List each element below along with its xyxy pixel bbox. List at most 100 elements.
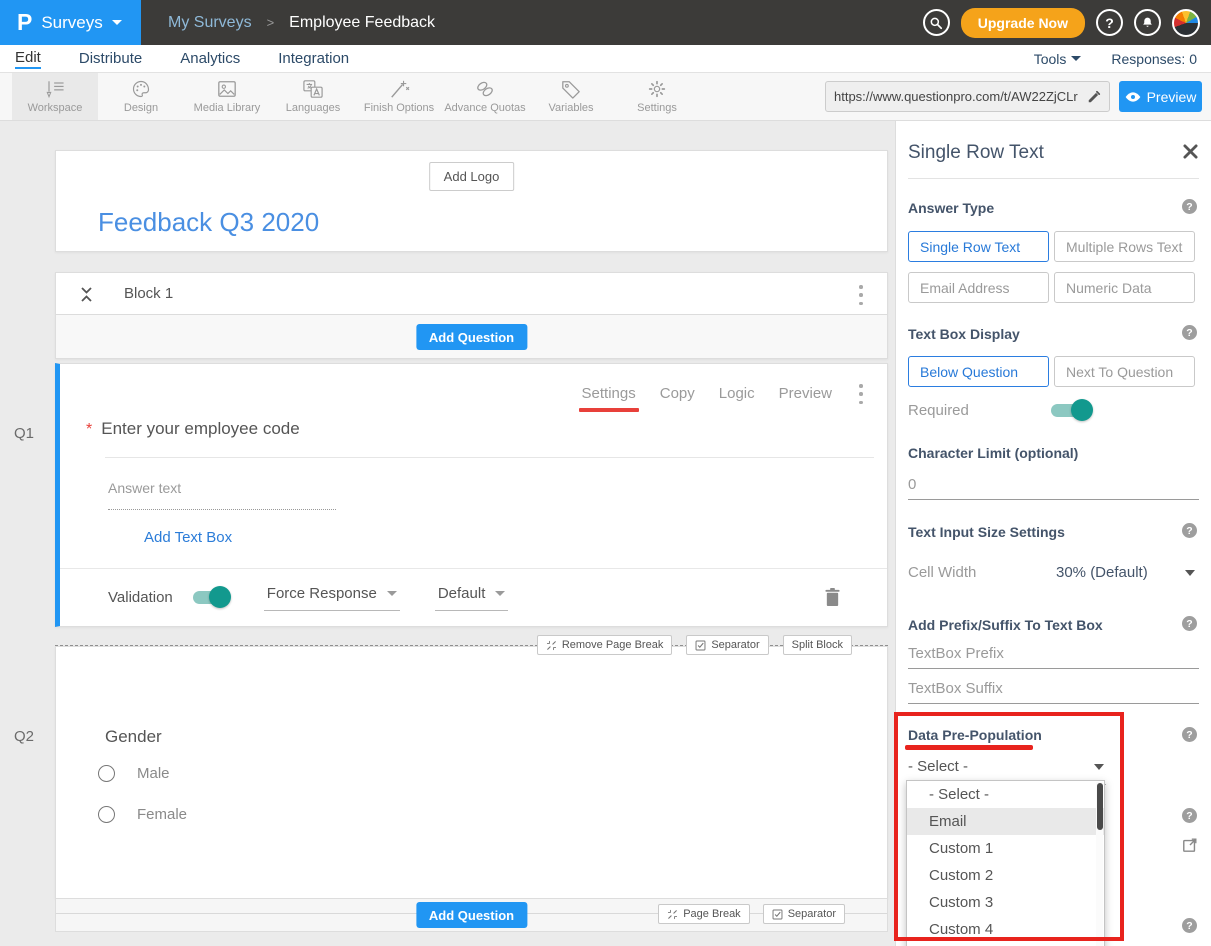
hidden-section-help-icon[interactable]: [1182, 808, 1197, 823]
upgrade-now-button[interactable]: Upgrade Now: [961, 8, 1085, 38]
question-tab-preview[interactable]: Preview: [779, 385, 832, 402]
search-button[interactable]: [923, 9, 950, 36]
collapse-block-button[interactable]: [79, 285, 94, 309]
dropdown-option-custom4[interactable]: Custom 4: [907, 916, 1104, 943]
dropdown-option-select[interactable]: - Select -: [907, 781, 1104, 808]
dropdown-option-email[interactable]: Email: [907, 808, 1104, 835]
preview-button[interactable]: Preview: [1119, 81, 1202, 112]
add-question-button[interactable]: Add Question: [416, 324, 527, 350]
dropdown-scrollbar[interactable]: [1096, 782, 1103, 946]
page-break-icon: [667, 909, 678, 920]
question-tab-logic[interactable]: Logic: [719, 385, 755, 402]
scrollbar-thumb[interactable]: [1097, 783, 1103, 830]
validation-default-select[interactable]: Default: [435, 585, 509, 611]
close-panel-button[interactable]: [1183, 144, 1198, 164]
radio-icon[interactable]: [98, 806, 115, 823]
answer-type-email[interactable]: Email Address: [908, 272, 1049, 303]
tab-analytics[interactable]: Analytics: [180, 50, 240, 67]
answer-type-multiple-rows[interactable]: Multiple Rows Text: [1054, 231, 1195, 262]
toolbar-item-languages[interactable]: Languages: [270, 73, 356, 120]
display-next-to-question[interactable]: Next To Question: [1054, 356, 1195, 387]
survey-url-input[interactable]: [834, 89, 1081, 104]
add-logo-button[interactable]: Add Logo: [429, 162, 515, 191]
character-limit-input[interactable]: [908, 476, 1199, 500]
toolbar-item-workspace[interactable]: Workspace: [12, 73, 98, 120]
toolbar-item-media-library[interactable]: Media Library: [184, 73, 270, 120]
hidden-section-help-icon-2[interactable]: [1182, 918, 1197, 933]
toolbar-item-design[interactable]: Design: [98, 73, 184, 120]
page-break-buttons: Remove Page Break Separator Split Block: [537, 635, 852, 655]
add-question-button-bottom[interactable]: Add Question: [416, 902, 527, 928]
validation-toggle[interactable]: [193, 591, 229, 604]
breadcrumb-my-surveys[interactable]: My Surveys: [168, 14, 252, 32]
tab-integration[interactable]: Integration: [278, 50, 349, 67]
bell-icon: [1141, 16, 1154, 29]
dropdown-option-custom3[interactable]: Custom 3: [907, 889, 1104, 916]
question-tab-copy[interactable]: Copy: [660, 385, 695, 402]
delete-question-button[interactable]: [824, 587, 841, 612]
tab-distribute[interactable]: Distribute: [79, 50, 142, 67]
chevron-down-icon: [495, 591, 505, 596]
question-tab-settings[interactable]: Settings: [582, 385, 636, 402]
question1-action-tabs: Settings Copy Logic Preview: [582, 385, 832, 402]
display-below-question[interactable]: Below Question: [908, 356, 1049, 387]
prefix-suffix-help-icon[interactable]: [1182, 616, 1197, 631]
dropdown-option-custom1[interactable]: Custom 1: [907, 835, 1104, 862]
remove-page-break-button[interactable]: Remove Page Break: [537, 635, 673, 655]
tools-dropdown[interactable]: Tools: [1034, 51, 1082, 67]
prefix-suffix-label: Add Prefix/Suffix To Text Box: [908, 617, 1103, 633]
avatar[interactable]: [1172, 9, 1200, 37]
answer-type-numeric[interactable]: Numeric Data: [1054, 272, 1195, 303]
page-break-button[interactable]: Page Break: [658, 904, 749, 924]
radio-option-male[interactable]: Male: [98, 765, 170, 782]
cell-width-select[interactable]: 30% (Default): [1056, 564, 1148, 581]
product-switcher[interactable]: P Surveys: [0, 0, 141, 45]
toolbar-item-advance-quotas[interactable]: Advance Quotas: [442, 73, 528, 120]
textbox-suffix-input[interactable]: [908, 680, 1199, 704]
toolbar-item-finish-options[interactable]: Finish Options: [356, 73, 442, 120]
text-box-display-help-icon[interactable]: [1182, 325, 1197, 340]
search-icon: [929, 16, 943, 30]
block-menu-button[interactable]: [859, 285, 863, 305]
force-response-select[interactable]: Force Response: [264, 585, 400, 611]
separator-button[interactable]: Separator: [686, 635, 768, 655]
question-settings-panel: Single Row Text Answer Type Single Row T…: [895, 121, 1211, 946]
answer-type-single-row[interactable]: Single Row Text: [908, 231, 1049, 262]
text-input-size-help-icon[interactable]: [1182, 523, 1197, 538]
variables-icon: [560, 79, 582, 99]
radio-option-female[interactable]: Female: [98, 806, 187, 823]
question1-menu-button[interactable]: [859, 384, 863, 404]
responses-count[interactable]: Responses: 0: [1111, 51, 1197, 67]
question1-text[interactable]: Enter your employee code: [101, 419, 299, 439]
dropdown-option-custom2[interactable]: Custom 2: [907, 862, 1104, 889]
toolbar-item-label: Advance Quotas: [444, 102, 525, 114]
preview-label: Preview: [1147, 89, 1197, 105]
answer-text-field: [108, 480, 336, 510]
data-prepopulation-selected-value: - Select -: [908, 758, 968, 775]
toolbar-item-settings[interactable]: Settings: [614, 73, 700, 120]
required-toggle[interactable]: [1051, 404, 1091, 417]
toolbar-item-label: Finish Options: [364, 102, 434, 114]
tab-edit[interactable]: Edit: [15, 49, 41, 69]
breadcrumb: My Surveys > Employee Feedback: [168, 0, 435, 45]
answer-type-help-icon[interactable]: [1182, 199, 1197, 214]
textbox-prefix-input[interactable]: [908, 645, 1199, 669]
radio-icon[interactable]: [98, 765, 115, 782]
survey-title[interactable]: Feedback Q3 2020: [98, 207, 319, 238]
answer-text-input[interactable]: [108, 480, 336, 510]
question2-text[interactable]: Gender: [105, 727, 162, 747]
split-block-button[interactable]: Split Block: [783, 635, 852, 655]
toolbar-item-variables[interactable]: Variables: [528, 73, 614, 120]
help-button[interactable]: [1096, 9, 1123, 36]
block-title[interactable]: Block 1: [124, 285, 173, 302]
external-link-button[interactable]: [1182, 837, 1198, 858]
breadcrumb-separator: >: [267, 15, 275, 30]
separator-button-bottom[interactable]: Separator: [763, 904, 845, 924]
notifications-button[interactable]: [1134, 9, 1161, 36]
editor-toolbar: Workspace Design Media Library Languages…: [0, 73, 1211, 121]
data-prepopulation-help-icon[interactable]: [1182, 727, 1197, 742]
survey-header-card: Add Logo Feedback Q3 2020: [55, 150, 888, 252]
edit-pencil-icon[interactable]: [1087, 90, 1101, 104]
chevron-down-icon[interactable]: [1185, 570, 1195, 576]
add-text-box-link[interactable]: Add Text Box: [144, 529, 232, 546]
